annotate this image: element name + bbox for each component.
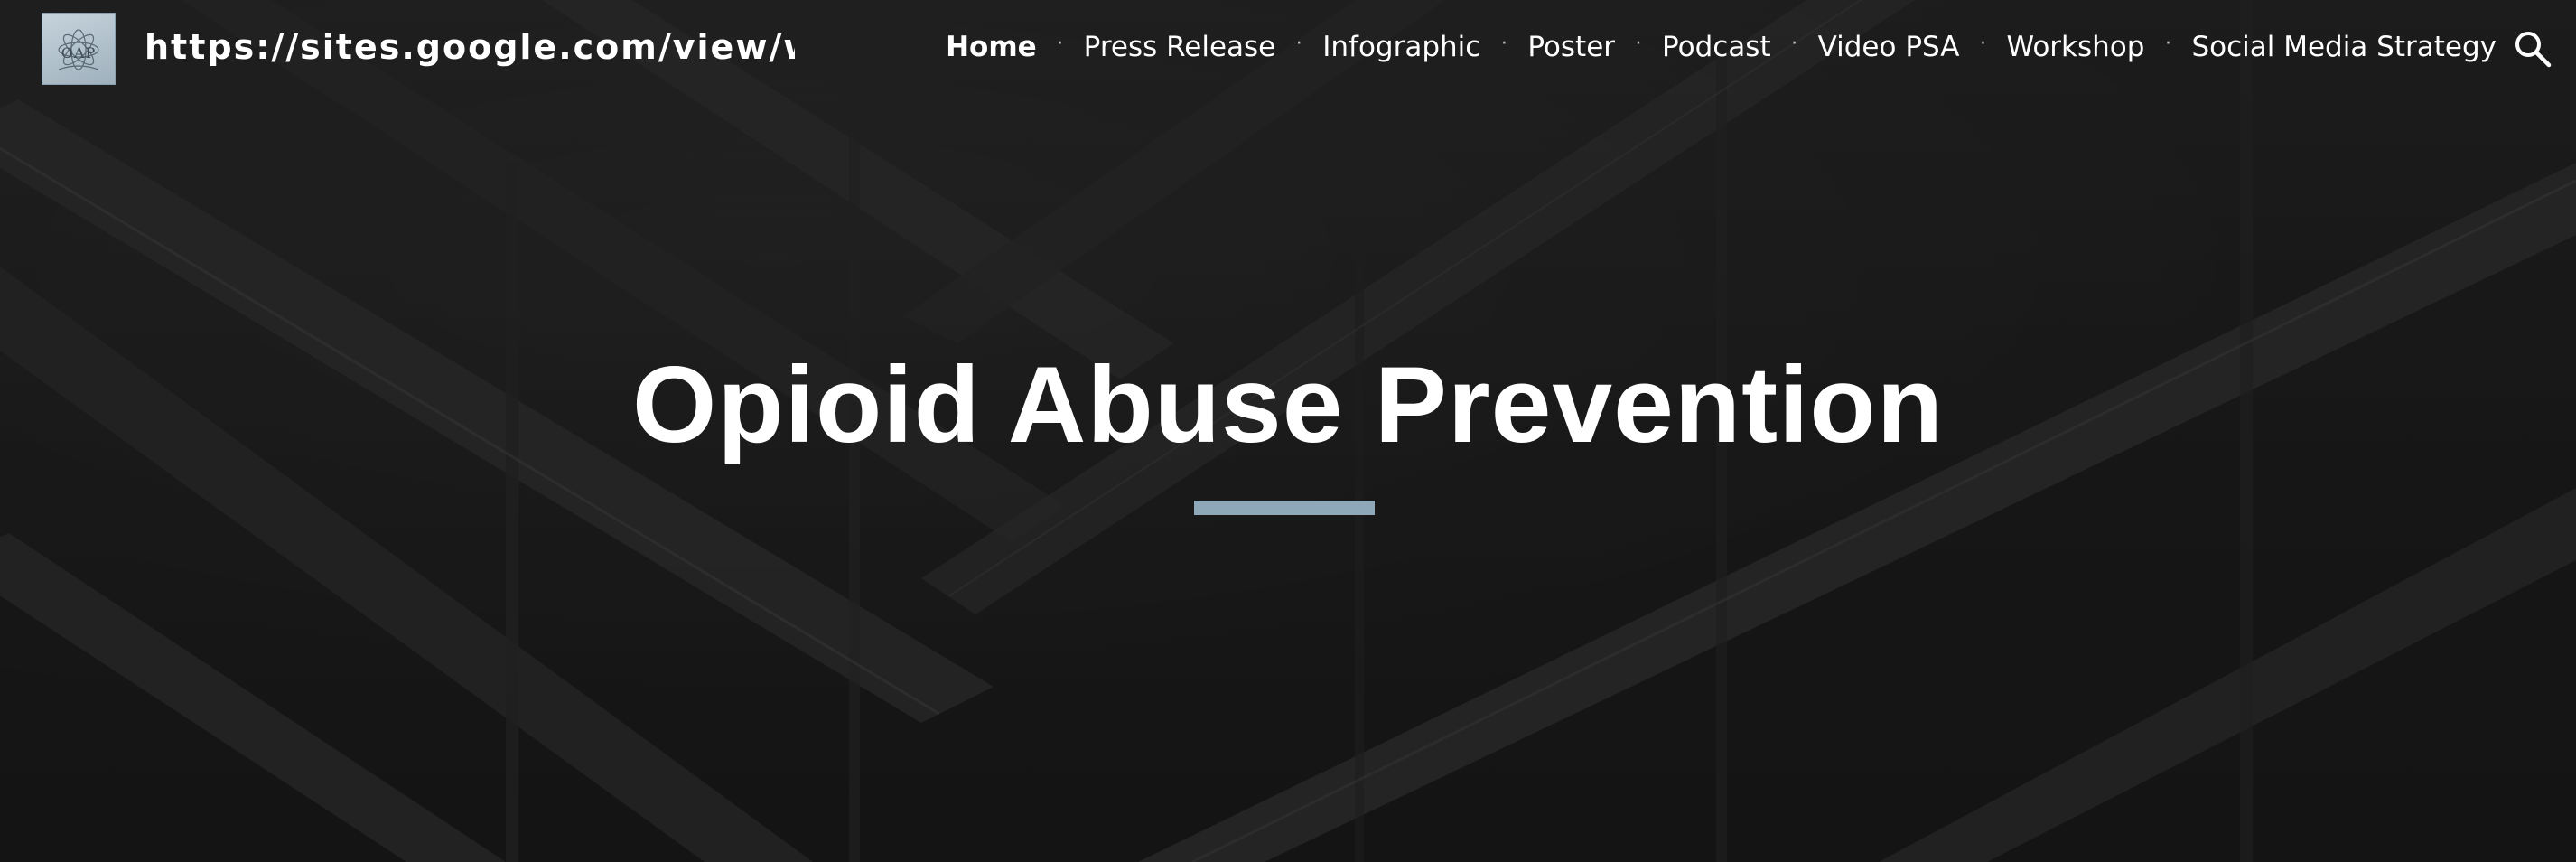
title-underline — [1194, 501, 1375, 515]
search-icon — [2515, 32, 2552, 68]
main-navigation: Home · Press Release · Infographic · Pos… — [946, 31, 2497, 63]
logo-text: OAP — [61, 44, 97, 61]
nav-separator: · — [1635, 32, 1642, 55]
nav-item-podcast[interactable]: Podcast — [1662, 31, 1771, 63]
top-header: OAP https://sites.google.com/view/w… Hom… — [0, 0, 2576, 99]
nav-separator: · — [1791, 32, 1798, 55]
site-logo[interactable]: OAP — [42, 13, 116, 85]
nav-separator: · — [1295, 32, 1302, 55]
nav-item-social-media-strategy[interactable]: Social Media Strategy — [2191, 31, 2497, 63]
nav-separator: · — [2164, 32, 2171, 55]
nav-item-press-release[interactable]: Press Release — [1084, 31, 1276, 63]
nav-item-poster[interactable]: Poster — [1527, 31, 1615, 63]
search-button[interactable] — [2511, 27, 2554, 70]
page-title: Opioid Abuse Prevention — [631, 344, 1945, 465]
nav-separator: · — [1979, 32, 1986, 55]
nav-item-video-psa[interactable]: Video PSA — [1818, 31, 1960, 63]
page: OAP https://sites.google.com/view/w… Hom… — [0, 0, 2576, 862]
nav-item-infographic[interactable]: Infographic — [1322, 31, 1480, 63]
nav-item-workshop[interactable]: Workshop — [2006, 31, 2144, 63]
nav-separator: · — [1057, 32, 1064, 55]
site-title[interactable]: https://sites.google.com/view/w… — [145, 27, 795, 67]
nav-item-home[interactable]: Home — [946, 31, 1037, 63]
nav-separator: · — [1500, 32, 1507, 55]
